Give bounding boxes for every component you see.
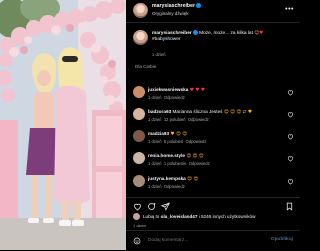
share-icon[interactable] bbox=[161, 202, 170, 211]
heart-icon[interactable] bbox=[287, 89, 294, 96]
comment-username[interactable]: justyna.kempska bbox=[148, 176, 186, 181]
comment-username[interactable]: badzora93 bbox=[148, 109, 171, 114]
heart-icon[interactable] bbox=[287, 178, 294, 185]
comment-input[interactable] bbox=[146, 237, 270, 244]
audio-link[interactable]: Oryginalny dźwięk bbox=[152, 11, 189, 16]
reply-button[interactable]: Odpowiedz bbox=[164, 184, 185, 189]
verified-icon bbox=[192, 29, 198, 35]
avatar[interactable] bbox=[133, 86, 145, 98]
post-header: marysiaschreiber Oryginalny dźwięk ••• bbox=[126, 0, 300, 23]
comment-meta: 1 dzień 5 polubień Odpowiedz bbox=[148, 139, 206, 144]
caption-timestamp: 1 dzień bbox=[152, 52, 166, 57]
comment-text: juxiekwasniewska ♥ ♥ ♥ bbox=[148, 87, 278, 93]
comment-row: juxiekwasniewska ♥ ♥ ♥ 1 dzień Odpowiedz bbox=[126, 84, 300, 108]
comment-meta: 1 dzień Odpowiedz bbox=[148, 95, 185, 100]
comment-emoji: 😍 😍 😍 ⇄ ♥ bbox=[223, 110, 253, 115]
comment-emoji: ♥ ♥ ♥ bbox=[189, 88, 205, 93]
comment-row: madzia93 ♥ 😍 😍 1 dzień 5 polubień Odpowie… bbox=[126, 128, 300, 152]
comment-timestamp: 1 dzień bbox=[148, 117, 162, 122]
heart-icon[interactable] bbox=[287, 155, 294, 162]
verified-icon bbox=[195, 2, 201, 8]
avatar[interactable] bbox=[133, 108, 145, 120]
comments-panel: marysiaschreiber Oryginalny dźwięk ••• m… bbox=[126, 0, 300, 250]
comment-emoji: 😍 😍 😍 bbox=[186, 154, 204, 159]
comment-row: justyna.kempska 😍 😍 1 dzień Odpowiedz bbox=[126, 173, 300, 197]
comment-text: justyna.kempska 😍 😍 bbox=[148, 176, 278, 182]
comment-likes[interactable]: 1 polubienie bbox=[164, 161, 187, 166]
likes-prefix: Lubią to bbox=[143, 214, 160, 219]
reply-button[interactable]: Odpowiedz bbox=[189, 161, 210, 166]
comment-username[interactable]: renia.home.style bbox=[148, 153, 185, 158]
heart-icon[interactable] bbox=[133, 202, 142, 211]
avatar[interactable] bbox=[133, 175, 145, 187]
action-bar bbox=[126, 197, 300, 212]
username-link[interactable]: marysiaschreiber bbox=[152, 2, 201, 9]
heart-icon[interactable] bbox=[287, 111, 294, 118]
comment-icon[interactable] bbox=[147, 202, 156, 211]
instagram-post-view: marysiaschreiber Oryginalny dźwięk ••• m… bbox=[0, 0, 300, 250]
caption-username[interactable]: marysiaschreiber bbox=[152, 31, 192, 36]
emoji-icon[interactable] bbox=[133, 237, 141, 245]
heart-icon[interactable] bbox=[287, 133, 294, 140]
likes-count-link[interactable]: i 5246 innych użytkowników bbox=[199, 214, 256, 219]
comment-timestamp: 1 dzień bbox=[148, 184, 162, 189]
avatar[interactable] bbox=[133, 130, 145, 142]
translate-link[interactable]: Dla Ciebie bbox=[135, 64, 156, 69]
comment-timestamp: 1 dzień bbox=[148, 139, 162, 144]
avatar[interactable] bbox=[133, 3, 148, 18]
comment-text: madzia93 ♥ 😍 😍 bbox=[148, 131, 278, 137]
comment-likes[interactable]: 5 polubień bbox=[164, 139, 183, 144]
comment-emoji: 😍 😍 bbox=[187, 177, 199, 182]
comment-text: badzora93 Marianna śliczna Jesteś 😍 😍 😍 … bbox=[148, 109, 278, 115]
likes-username[interactable]: ola_loveisland47 bbox=[161, 214, 198, 219]
username-text[interactable]: marysiaschreiber bbox=[152, 3, 195, 9]
caption-text: marysiaschreiber Może, może... za kilka … bbox=[152, 29, 297, 44]
avatar bbox=[133, 213, 140, 220]
bookmark-icon[interactable] bbox=[285, 202, 294, 211]
comment-row: badzora93 Marianna śliczna Jesteś 😍 😍 😍 … bbox=[126, 106, 300, 130]
comment-emoji: ♥ 😍 😍 bbox=[170, 132, 188, 137]
post-photo[interactable] bbox=[0, 0, 126, 250]
reply-button[interactable]: Odpowiedz bbox=[164, 95, 185, 100]
comment-body: Marianna śliczna Jesteś bbox=[172, 109, 223, 114]
comment-row: renia.home.style 😍 😍 😍 1 dzień 1 polubien… bbox=[126, 150, 300, 174]
comment-username[interactable]: juxiekwasniewska bbox=[148, 87, 188, 92]
caption: marysiaschreiber Może, może... za kilka … bbox=[126, 24, 300, 62]
comment-timestamp: 1 dzień bbox=[148, 95, 162, 100]
hashtag-link[interactable]: #babyshower bbox=[152, 37, 181, 42]
comment-meta: 1 dzień Odpowiedz bbox=[148, 184, 185, 189]
comment-likes[interactable]: 12 polubień bbox=[164, 117, 186, 122]
reply-button[interactable]: Odpowiedz bbox=[188, 117, 209, 122]
post-timestamp: 1 dzień bbox=[133, 223, 146, 228]
add-comment-bar: Opublikuj bbox=[126, 230, 300, 251]
comment-meta: 1 dzień 1 polubienie Odpowiedz bbox=[148, 161, 210, 166]
avatar[interactable] bbox=[133, 152, 145, 164]
avatar[interactable] bbox=[133, 30, 148, 45]
caption-body: Może, może... za kilka lat bbox=[199, 30, 253, 36]
caption-heart-emoji: ♥ bbox=[259, 30, 264, 36]
reply-button[interactable]: Odpowiedz bbox=[186, 139, 207, 144]
publish-button[interactable]: Opublikuj bbox=[271, 237, 293, 242]
comment-meta: 1 dzień 12 polubień Odpowiedz bbox=[148, 117, 209, 122]
comment-username[interactable]: madzia93 bbox=[148, 131, 169, 136]
comment-text: renia.home.style 😍 😍 😍 bbox=[148, 153, 278, 159]
comment-timestamp: 1 dzień bbox=[148, 161, 162, 166]
post-image bbox=[0, 0, 126, 250]
more-icon[interactable]: ••• bbox=[285, 6, 294, 13]
